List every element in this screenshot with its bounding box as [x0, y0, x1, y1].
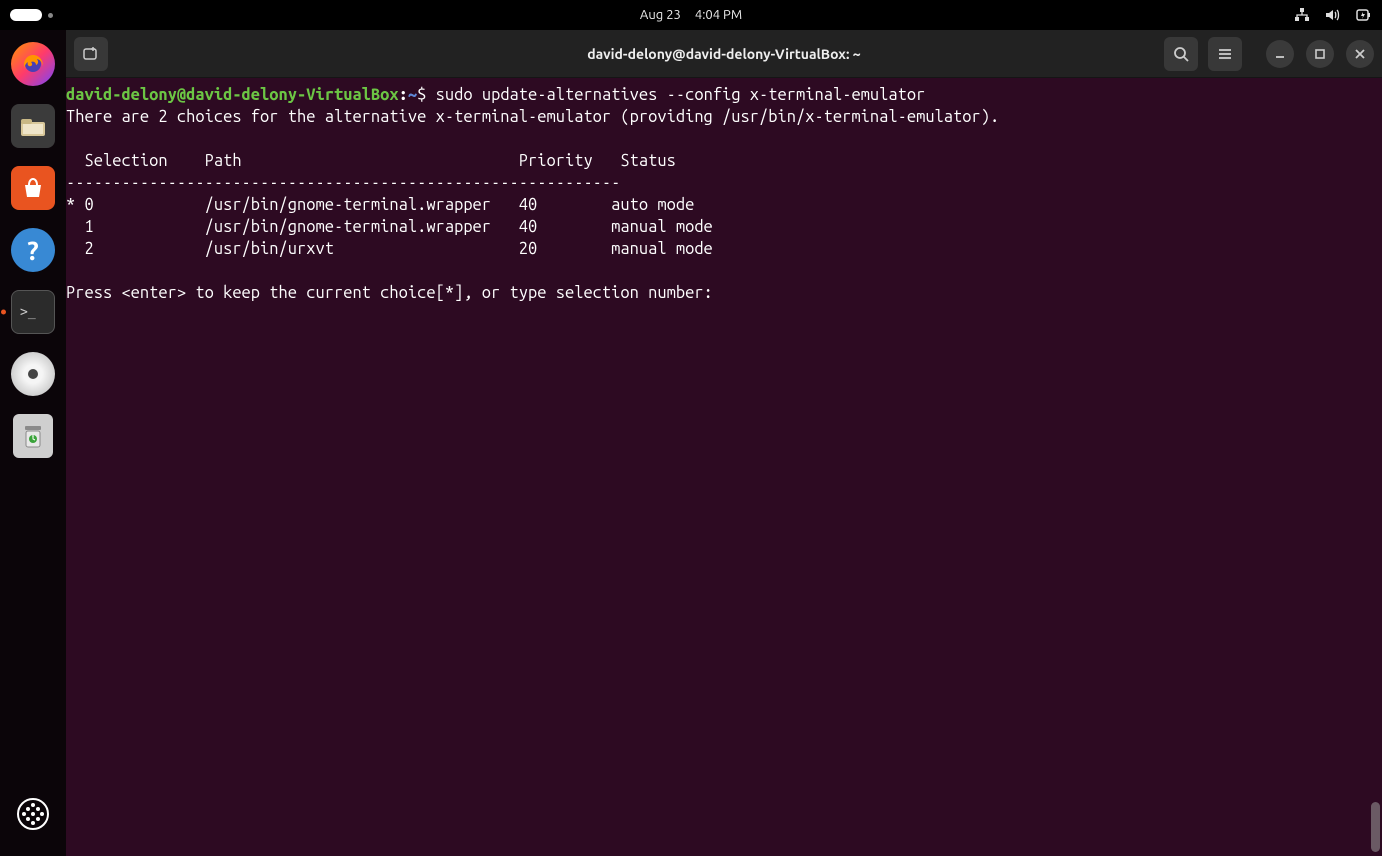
- table-separator: ----------------------------------------…: [66, 174, 620, 192]
- titlebar: david-delony@david-delony-VirtualBox: ~: [66, 30, 1382, 78]
- trash-icon: [13, 414, 53, 458]
- disc-icon: [11, 352, 55, 396]
- dock-software[interactable]: [9, 164, 57, 212]
- terminal-body[interactable]: david-delony@david-delony-VirtualBox:~$ …: [66, 78, 1382, 856]
- dock-terminal[interactable]: >_: [9, 288, 57, 336]
- table-row: 1 /usr/bin/gnome-terminal.wrapper 40 man…: [66, 218, 713, 236]
- dock-files[interactable]: [9, 102, 57, 150]
- scrollbar[interactable]: [1371, 802, 1380, 852]
- maximize-icon: [1314, 48, 1326, 60]
- window-title: david-delony@david-delony-VirtualBox: ~: [587, 46, 860, 62]
- close-icon: [1354, 48, 1366, 60]
- terminal-window: david-delony@david-delony-VirtualBox: ~: [66, 30, 1382, 856]
- activities-pill-icon: [10, 9, 42, 21]
- help-icon: ?: [11, 228, 55, 272]
- files-icon: [11, 104, 55, 148]
- dock-trash[interactable]: [9, 412, 57, 460]
- dock-help[interactable]: ?: [9, 226, 57, 274]
- activities-area[interactable]: [10, 9, 53, 21]
- prompt-symbol: $: [417, 86, 426, 104]
- table-header: Selection Path Priority Status: [66, 152, 676, 170]
- firefox-icon: [11, 42, 55, 86]
- prompt-colon: :: [399, 86, 408, 104]
- dock-show-apps[interactable]: [9, 790, 57, 838]
- time-label: 4:04 PM: [695, 8, 742, 22]
- table-row: 2 /usr/bin/urxvt 20 manual mode: [66, 240, 713, 258]
- close-button[interactable]: [1346, 40, 1374, 68]
- command-text: sudo update-alternatives --config x-term…: [436, 86, 926, 104]
- battery-icon: [1354, 7, 1372, 23]
- output-footer: Press <enter> to keep the current choice…: [66, 284, 722, 302]
- prompt-path: ~: [408, 86, 417, 104]
- minimize-button[interactable]: [1266, 40, 1294, 68]
- volume-icon: [1324, 7, 1340, 23]
- new-tab-button[interactable]: [74, 37, 108, 71]
- table-row: * 0 /usr/bin/gnome-terminal.wrapper 40 a…: [66, 196, 694, 214]
- output-intro: There are 2 choices for the alternative …: [66, 108, 999, 126]
- menu-button[interactable]: [1208, 37, 1242, 71]
- maximize-button[interactable]: [1306, 40, 1334, 68]
- network-icon: [1294, 7, 1310, 23]
- clock-area[interactable]: Aug 23 4:04 PM: [640, 8, 742, 22]
- terminal-icon: >_: [11, 290, 55, 334]
- show-apps-icon: [11, 792, 55, 836]
- workspace-dot-icon: [48, 13, 53, 18]
- prompt-user-host: david-delony@david-delony-VirtualBox: [66, 86, 399, 104]
- new-tab-icon: [82, 45, 100, 63]
- dock: ? >_: [0, 30, 66, 856]
- dock-disc[interactable]: [9, 350, 57, 398]
- hamburger-icon: [1217, 46, 1233, 62]
- dock-firefox[interactable]: [9, 40, 57, 88]
- software-icon: [11, 166, 55, 210]
- date-label: Aug 23: [640, 8, 681, 22]
- search-button[interactable]: [1164, 37, 1198, 71]
- top-bar: Aug 23 4:04 PM: [0, 0, 1382, 30]
- minimize-icon: [1274, 48, 1286, 60]
- search-icon: [1173, 46, 1189, 62]
- system-tray[interactable]: [1294, 7, 1372, 23]
